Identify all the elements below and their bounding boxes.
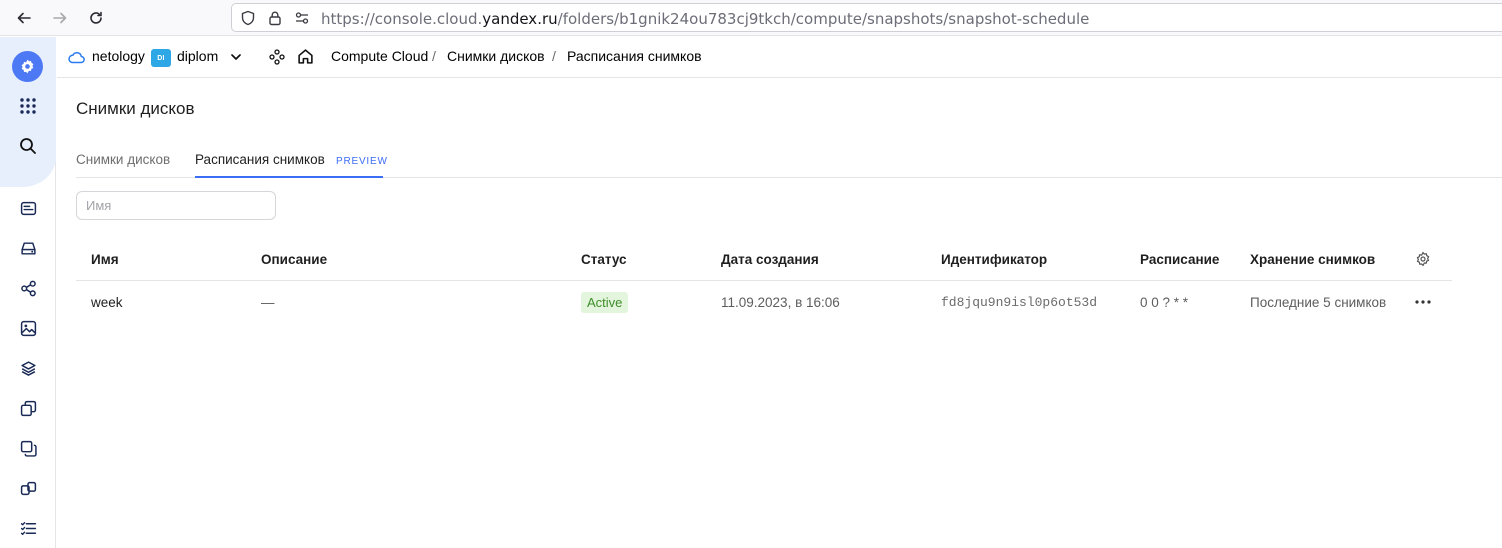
folder-name[interactable]: diplom [177,48,218,64]
tasks-icon[interactable] [14,514,42,542]
active-tab-indicator [195,176,383,178]
forward-icon[interactable] [47,6,73,30]
cell-name[interactable]: week [91,295,123,310]
url-text[interactable]: https://console.cloud.yandex.ru/folders/… [321,10,1089,28]
column-id[interactable]: Идентификатор [941,252,1047,267]
table-row[interactable]: week — Active 11.09.2023, в 16:06 fd8jqu… [76,281,1452,325]
chevron-down-icon[interactable] [229,50,243,69]
disk-icon[interactable] [14,234,42,262]
column-retention[interactable]: Хранение снимков [1250,252,1375,267]
tabs: Снимки дисков Расписания снимков PREVIEW [76,143,1502,178]
status-badge: Active [581,292,629,313]
preview-badge: PREVIEW [336,156,388,167]
dashboard-icon[interactable] [14,194,42,222]
column-description[interactable]: Описание [261,252,327,267]
instance-groups-icon[interactable] [14,474,42,502]
network-icon[interactable] [14,274,42,302]
cell-retention: Последние 5 снимков [1250,295,1387,310]
cell-schedule: 0 0 ? * * [1140,295,1189,310]
apps-grid-icon[interactable] [14,92,42,120]
folder-badge: DI [151,49,171,67]
cloud-name[interactable]: netology [92,48,145,64]
settings-icon[interactable] [12,51,43,82]
column-status[interactable]: Статус [581,252,627,267]
name-filter-input[interactable] [76,191,276,220]
layers-icon[interactable] [14,354,42,382]
column-created[interactable]: Дата создания [721,252,819,267]
address-bar[interactable]: https://console.cloud.yandex.ru/folders/… [231,3,1502,32]
cell-created: 11.09.2023, в 16:06 [721,295,840,310]
column-settings-icon[interactable] [1415,251,1431,267]
breadcrumb-current: Расписания снимков [567,48,702,64]
site-permissions-icon[interactable] [294,10,310,26]
tab-snapshot-schedules[interactable]: Расписания снимков [195,152,325,167]
left-navigation-rail [0,37,56,548]
page-title: Снимки дисков [76,99,195,118]
column-schedule[interactable]: Расписание [1140,252,1219,267]
back-icon[interactable] [11,6,37,30]
url-domain: yandex.ru [482,10,558,28]
home-icon[interactable] [297,48,314,70]
schedules-table: Имя Описание Статус Дата создания Иденти… [76,240,1452,325]
table-header: Имя Описание Статус Дата создания Иденти… [76,240,1452,281]
browser-toolbar: https://console.cloud.yandex.ru/folders/… [0,0,1502,36]
breadcrumb-separator: / [432,48,436,64]
cell-description: — [261,295,275,310]
breadcrumb-snapshots[interactable]: Снимки дисков [447,48,545,64]
lock-icon[interactable] [267,10,283,26]
services-icon[interactable] [269,49,285,70]
shield-icon[interactable] [240,10,256,26]
url-prefix: https://console.cloud. [321,10,483,28]
column-name[interactable]: Имя [91,252,119,267]
breadcrumb-separator: / [552,48,556,64]
cell-id: fd8jqu9n9isl0p6ot53d [941,295,1098,310]
reload-icon[interactable] [83,6,109,30]
cloud-icon [68,50,85,69]
tab-snapshots[interactable]: Снимки дисков [76,152,170,167]
search-icon[interactable] [14,132,42,160]
snapshot-icon[interactable] [14,394,42,422]
more-actions-icon[interactable] [1413,294,1433,310]
url-path: /folders/b1gnik24ou783cj9tkch/compute/sn… [557,10,1090,28]
breadcrumb-compute-cloud[interactable]: Compute Cloud [331,48,428,64]
console-header: netology DI diplom Compute Cloud / Снимк… [57,37,1502,78]
image-icon[interactable] [14,314,42,342]
copy-icon[interactable] [14,434,42,462]
